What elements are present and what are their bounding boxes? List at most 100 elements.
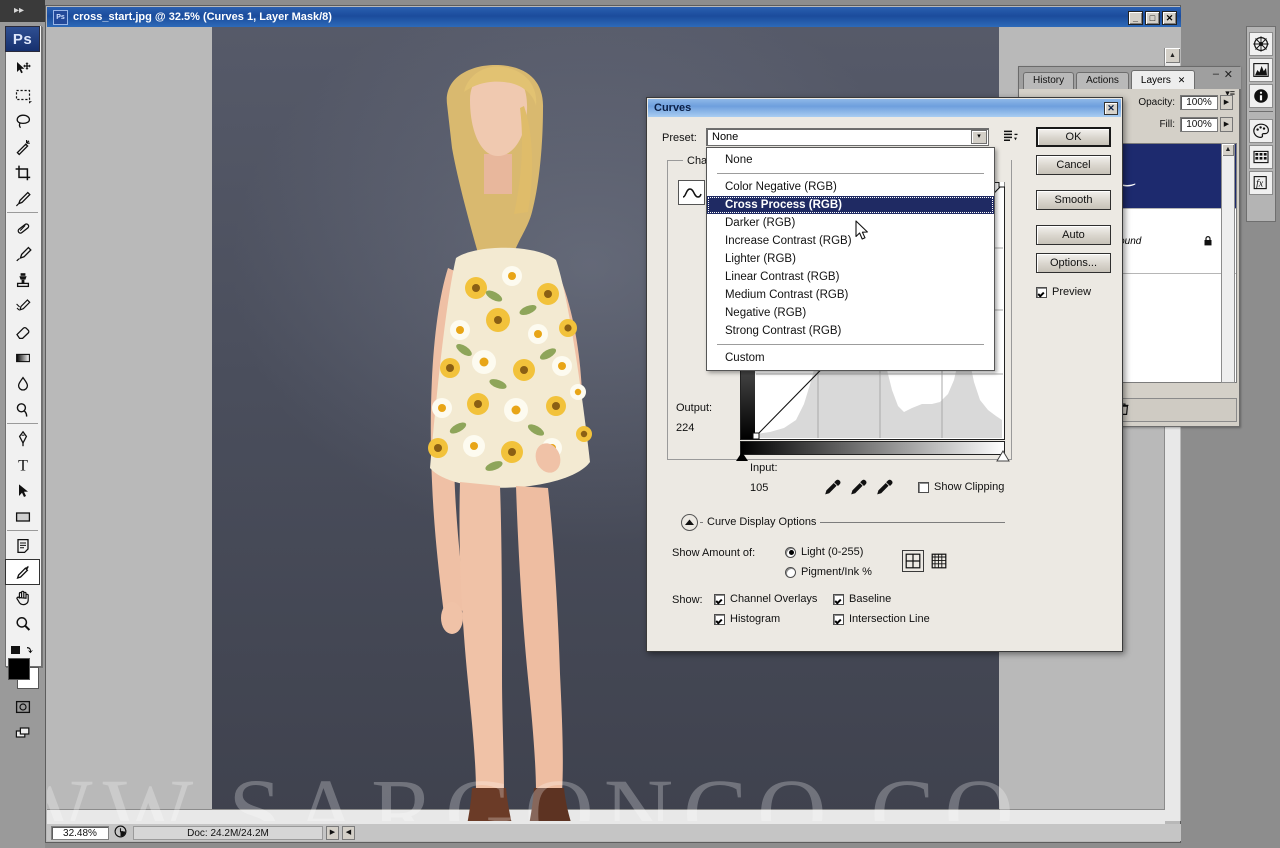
path-selection-tool[interactable] [5, 478, 40, 504]
curve-display-options-toggle[interactable] [681, 514, 698, 531]
fill-stepper[interactable]: ▶ [1220, 117, 1233, 132]
options-button[interactable]: Options... [1036, 253, 1111, 273]
rectangle-shape-tool[interactable] [5, 504, 40, 530]
dock-expand-toggle[interactable]: ▸▸ [0, 0, 45, 22]
notes-tool[interactable] [5, 533, 40, 559]
zoom-level-field[interactable]: 32.48% [51, 825, 109, 840]
tab-close-icon[interactable]: ✕ [1178, 75, 1186, 85]
grid-quarters-icon[interactable] [902, 550, 924, 572]
navigator-icon[interactable] [1249, 32, 1273, 56]
preset-dropdown-list[interactable]: None Color Negative (RGB) Cross Process … [706, 147, 995, 371]
zoom-tool[interactable] [5, 611, 40, 637]
rectangular-marquee-tool[interactable] [5, 82, 40, 108]
show-clipping-checkbox[interactable]: Show Clipping [918, 481, 1004, 493]
status-next-arrow[interactable]: ▶ [326, 825, 339, 840]
set-white-point-eyedropper[interactable] [875, 478, 895, 498]
chevron-down-icon[interactable]: ▾ [971, 130, 987, 144]
preset-select[interactable]: None ▾ [706, 128, 989, 146]
preset-option-linear-contrast[interactable]: Linear Contrast (RGB) [707, 268, 994, 286]
ok-button[interactable]: OK [1036, 127, 1111, 147]
input-value[interactable]: 105 [750, 482, 768, 494]
layer-list-scrollbar[interactable]: ▲ [1221, 143, 1235, 383]
gradient-tool[interactable] [5, 345, 40, 371]
baseline-box[interactable] [833, 593, 844, 605]
baseline-checkbox[interactable]: Baseline [833, 593, 891, 605]
cancel-button[interactable]: Cancel [1036, 155, 1111, 175]
preset-option-medium-contrast[interactable]: Medium Contrast (RGB) [707, 286, 994, 304]
dodge-burn-tool[interactable] [5, 397, 40, 423]
white-point-slider[interactable] [996, 450, 1010, 462]
healing-brush-tool[interactable] [5, 215, 40, 241]
intersection-line-checkbox[interactable]: Intersection Line [833, 613, 930, 625]
curves-close-button[interactable]: ✕ [1104, 102, 1118, 115]
preset-option-strong-contrast[interactable]: Strong Contrast (RGB) [707, 322, 994, 340]
preset-option-lighter[interactable]: Lighter (RGB) [707, 250, 994, 268]
pigment-radio[interactable] [785, 566, 796, 578]
panel-close-button[interactable]: ✕ [1224, 68, 1233, 81]
hand-tool[interactable] [5, 585, 40, 611]
color-palette-icon[interactable] [1249, 119, 1273, 143]
show-clipping-box[interactable] [918, 481, 929, 493]
status-prev-arrow[interactable]: ◀ [342, 825, 355, 840]
info-icon[interactable] [1249, 84, 1273, 108]
scroll-up-arrow[interactable]: ▲ [1165, 48, 1180, 63]
edit-in-imageready[interactable] [5, 720, 40, 746]
panel-minimize-button[interactable]: – [1213, 69, 1219, 80]
histogram-checkbox[interactable]: Histogram [714, 613, 780, 625]
tab-history[interactable]: History [1023, 72, 1075, 89]
preset-option-negative[interactable]: Negative (RGB) [707, 304, 994, 322]
auto-button[interactable]: Auto [1036, 225, 1111, 245]
preset-option-increase-contrast[interactable]: Increase Contrast (RGB) [707, 232, 994, 250]
lasso-tool[interactable] [5, 108, 40, 134]
black-point-slider[interactable] [736, 452, 748, 461]
grid-tenths-icon[interactable] [928, 550, 950, 572]
clone-stamp-tool[interactable] [5, 267, 40, 293]
curve-shape-icon[interactable] [678, 180, 705, 205]
histogram-icon[interactable] [1249, 58, 1273, 82]
crop-tool[interactable] [5, 160, 40, 186]
tab-actions[interactable]: Actions [1076, 72, 1129, 89]
styles-fx-icon[interactable]: fx [1249, 171, 1273, 195]
document-title-bar[interactable]: Ps cross_start.jpg @ 32.5% (Curves 1, La… [47, 7, 1181, 27]
preview-checkbox[interactable]: Preview [1036, 286, 1091, 298]
opacity-stepper[interactable]: ▶ [1220, 95, 1233, 110]
close-button[interactable]: ✕ [1162, 11, 1177, 25]
screen-mode-toggle[interactable] [5, 694, 40, 720]
light-radio[interactable] [785, 546, 796, 558]
magic-wand-tool[interactable] [5, 134, 40, 160]
channel-overlays-box[interactable] [714, 593, 725, 605]
preset-option-color-negative[interactable]: Color Negative (RGB) [707, 178, 994, 196]
eyedropper-tool[interactable] [5, 559, 40, 585]
pen-tool[interactable] [5, 426, 40, 452]
brush-tool[interactable] [5, 241, 40, 267]
history-brush-tool[interactable] [5, 293, 40, 319]
foreground-color-swatch[interactable] [8, 658, 30, 680]
blur-tool[interactable] [5, 371, 40, 397]
channel-overlays-checkbox[interactable]: Channel Overlays [714, 593, 817, 605]
color-swatches[interactable] [8, 658, 39, 689]
move-tool[interactable] [5, 56, 40, 82]
eraser-tool[interactable] [5, 319, 40, 345]
slice-tool[interactable] [5, 186, 40, 212]
preset-option-custom[interactable]: Custom [707, 349, 994, 367]
set-gray-point-eyedropper[interactable] [849, 478, 869, 498]
type-tool[interactable]: T [5, 452, 40, 478]
preset-option-none[interactable]: None [707, 151, 994, 169]
set-black-point-eyedropper[interactable] [823, 478, 843, 498]
fill-value[interactable]: 100% [1180, 117, 1218, 132]
maximize-button[interactable]: □ [1145, 11, 1160, 25]
layer-scroll-up[interactable]: ▲ [1222, 144, 1234, 156]
smooth-button[interactable]: Smooth [1036, 190, 1111, 210]
preset-option-cross-process[interactable]: Cross Process (RGB) [707, 196, 994, 214]
preset-option-darker[interactable]: Darker (RGB) [707, 214, 994, 232]
swatches-icon[interactable] [1249, 145, 1273, 169]
minimize-button[interactable]: _ [1128, 11, 1143, 25]
preview-box[interactable] [1036, 286, 1047, 298]
curves-title-bar[interactable]: Curves ✕ [648, 99, 1121, 117]
opacity-value[interactable]: 100% [1180, 95, 1218, 110]
intersection-line-box[interactable] [833, 613, 844, 625]
pigment-radio-option[interactable]: Pigment/Ink % [785, 566, 872, 578]
preset-menu-icon[interactable] [1002, 128, 1020, 144]
histogram-box[interactable] [714, 613, 725, 625]
tab-layers[interactable]: Layers ✕ [1130, 70, 1196, 89]
